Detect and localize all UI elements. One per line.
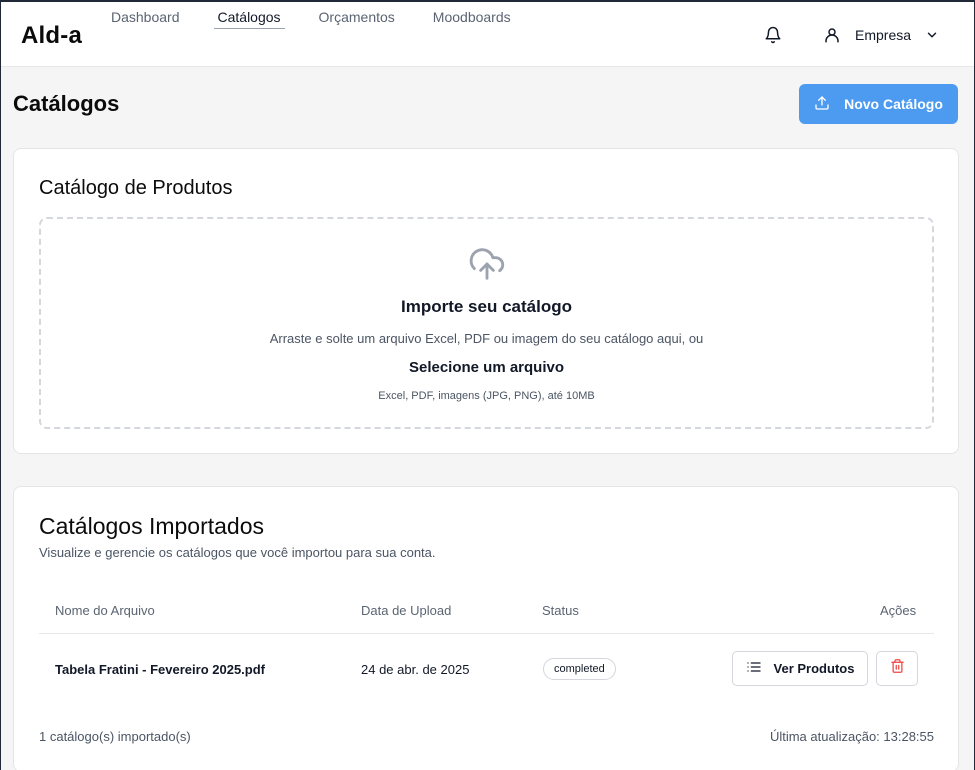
new-catalog-button[interactable]: Novo Catálogo — [799, 84, 958, 124]
upload-card: Catálogo de Produtos Importe seu catálog… — [13, 148, 959, 454]
list-icon — [746, 659, 762, 678]
row-upload-date: 24 de abr. de 2025 — [361, 662, 470, 677]
imported-catalogs-card: Catálogos Importados Visualize e gerenci… — [13, 486, 959, 770]
imported-card-subtitle: Visualize e gerencie os catálogos que vo… — [39, 545, 436, 560]
upload-card-title: Catálogo de Produtos — [39, 177, 233, 199]
column-header-upload-date: Data de Upload — [361, 603, 452, 618]
column-header-actions: Ações — [880, 603, 917, 618]
chevron-down-icon — [925, 28, 939, 42]
nav-item-moodboards[interactable]: Moodboards — [433, 8, 515, 29]
nav-item-orcamentos[interactable]: Orçamentos — [319, 8, 399, 29]
app-logo[interactable]: Ald-a — [21, 22, 82, 50]
top-navbar: Ald-a Dashboard Catálogos Orçamentos Moo… — [1, 2, 974, 67]
new-catalog-label: Novo Catálogo — [844, 96, 943, 112]
user-menu[interactable]: Empresa — [823, 26, 939, 44]
bell-icon[interactable] — [764, 26, 782, 44]
user-icon — [823, 26, 841, 44]
trash-icon — [890, 658, 905, 679]
nav-item-catalogos[interactable]: Catálogos — [213, 8, 285, 29]
view-products-label: Ver Produtos — [773, 661, 855, 676]
nav-item-dashboard[interactable]: Dashboard — [111, 8, 184, 29]
page-title: Catálogos — [13, 91, 120, 116]
status-badge: completed — [543, 658, 616, 680]
select-file-link[interactable]: Selecione um arquivo — [41, 359, 932, 376]
table-divider — [39, 633, 934, 634]
dropzone-hint: Excel, PDF, imagens (JPG, PNG), até 10MB — [378, 390, 595, 402]
column-header-status: Status — [542, 603, 579, 618]
column-header-file-name: Nome do Arquivo — [55, 603, 155, 618]
view-products-button[interactable]: Ver Produtos — [732, 651, 868, 686]
main-nav: Dashboard Catálogos Orçamentos Moodboard… — [111, 8, 549, 29]
dropzone-heading: Importe seu catálogo — [401, 297, 572, 316]
last-updated: Última atualização: 13:28:55 — [769, 729, 934, 744]
delete-button[interactable] — [876, 651, 918, 686]
cloud-upload-icon — [467, 245, 507, 288]
catalog-count: 1 catálogo(s) importado(s) — [39, 729, 191, 744]
dropzone-description: Arraste e solte um arquivo Excel, PDF ou… — [269, 331, 704, 346]
row-file-name: Tabela Fratini - Fevereiro 2025.pdf — [55, 662, 265, 677]
imported-card-title: Catálogos Importados — [39, 513, 265, 539]
upload-icon — [814, 95, 830, 114]
file-dropzone[interactable]: Importe seu catálogo Arraste e solte um … — [39, 217, 934, 429]
user-label: Empresa — [855, 27, 912, 43]
